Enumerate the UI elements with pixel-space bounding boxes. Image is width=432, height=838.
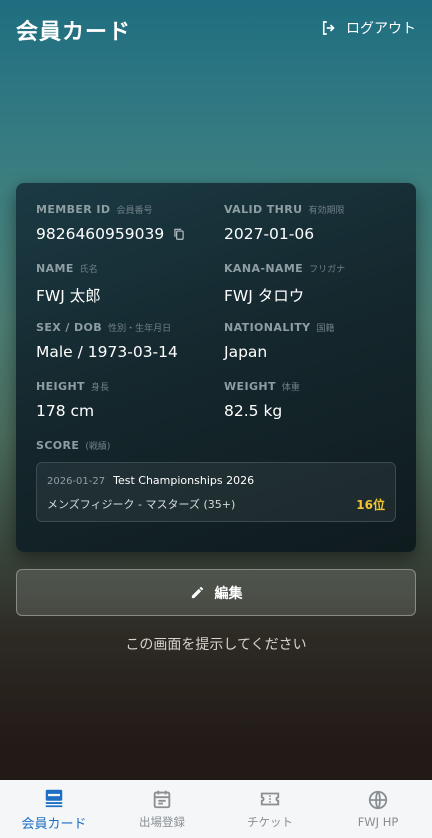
- nav-label-fwj-hp: FWJ HP: [357, 815, 399, 829]
- globe-icon: [368, 790, 388, 810]
- ticket-icon: [260, 792, 280, 806]
- score-sublabel: (戦績): [85, 442, 111, 452]
- app-header: 会員カード ログアウト: [0, 0, 432, 58]
- name-value: FWJ 太郎: [36, 287, 101, 305]
- member-id-field: MEMBER ID 会員番号 9826460959039: [36, 203, 224, 262]
- logout-label: ログアウト: [346, 21, 416, 37]
- kana-name-label: KANA-NAME: [224, 262, 304, 275]
- valid-thru-sublabel: 有効期限: [308, 206, 345, 216]
- nationality-sublabel: 国籍: [316, 324, 335, 334]
- nav-item-ticket[interactable]: チケット: [216, 780, 324, 838]
- sex-dob-label: SEX / DOB: [36, 321, 103, 334]
- score-label: SCORE: [36, 439, 80, 452]
- member-card: MEMBER ID 会員番号 9826460959039 VALID THRU …: [16, 183, 416, 552]
- score-heading: SCORE (戦績): [36, 439, 396, 452]
- valid-thru-value: 2027-01-06: [224, 225, 315, 243]
- member-id-sublabel: 会員番号: [116, 206, 153, 216]
- nav-item-entry[interactable]: 出場登録: [108, 780, 216, 838]
- height-label: HEIGHT: [36, 380, 85, 393]
- pencil-icon: [191, 586, 203, 599]
- name-field: NAME 氏名 FWJ 太郎: [36, 262, 224, 321]
- bottom-nav: 会員カード 出場登録 チケット FWJ HP: [0, 780, 432, 838]
- weight-value: 82.5 kg: [224, 402, 283, 420]
- nav-label-entry: 出場登録: [139, 815, 185, 829]
- name-sublabel: 氏名: [79, 265, 98, 275]
- score-category: メンズフィジーク - マスターズ (35+): [47, 498, 236, 511]
- nav-item-fwj-hp[interactable]: FWJ HP: [324, 780, 432, 838]
- nationality-label: NATIONALITY: [224, 321, 311, 334]
- edit-button[interactable]: 編集: [16, 569, 416, 616]
- kana-name-value: FWJ タロウ: [224, 287, 305, 305]
- score-entry: 2026-01-27 Test Championships 2026 メンズフィ…: [36, 462, 396, 522]
- card-icon: [45, 789, 63, 807]
- nationality-value: Japan: [224, 343, 268, 361]
- nationality-field: NATIONALITY 国籍 Japan: [224, 321, 396, 380]
- height-sublabel: 身長: [90, 383, 109, 393]
- calendar-icon: [153, 790, 171, 809]
- member-id-value: 9826460959039: [36, 225, 165, 243]
- logout-button[interactable]: ログアウト: [320, 18, 416, 38]
- sex-dob-value: Male / 1973-03-14: [36, 343, 178, 361]
- height-value: 178 cm: [36, 402, 95, 420]
- sex-dob-field: SEX / DOB 性別・生年月日 Male / 1973-03-14: [36, 321, 224, 380]
- nav-item-member-card[interactable]: 会員カード: [0, 780, 108, 838]
- score-date: 2026-01-27: [47, 476, 106, 487]
- weight-sublabel: 体重: [281, 383, 300, 393]
- present-screen-notice: この画面を提示してください: [125, 637, 307, 653]
- kana-name-sublabel: フリガナ: [309, 265, 346, 275]
- nav-label-member-card: 会員カード: [21, 816, 87, 832]
- valid-thru-field: VALID THRU 有効期限 2027-01-06: [224, 203, 396, 262]
- name-label: NAME: [36, 262, 74, 275]
- edit-label: 編集: [214, 585, 243, 602]
- member-id-label: MEMBER ID: [36, 203, 111, 216]
- page-title: 会員カード: [16, 20, 132, 45]
- height-field: HEIGHT 身長 178 cm: [36, 380, 224, 439]
- score-event: Test Championships 2026: [113, 474, 255, 487]
- logout-icon: [322, 21, 335, 35]
- nav-label-ticket: チケット: [247, 815, 293, 829]
- sex-dob-sublabel: 性別・生年月日: [108, 324, 172, 334]
- weight-label: WEIGHT: [224, 380, 276, 393]
- valid-thru-label: VALID THRU: [224, 203, 303, 216]
- weight-field: WEIGHT 体重 82.5 kg: [224, 380, 396, 439]
- score-rank: 16位: [356, 498, 385, 512]
- kana-name-field: KANA-NAME フリガナ FWJ タロウ: [224, 262, 396, 321]
- copy-icon[interactable]: [172, 227, 186, 241]
